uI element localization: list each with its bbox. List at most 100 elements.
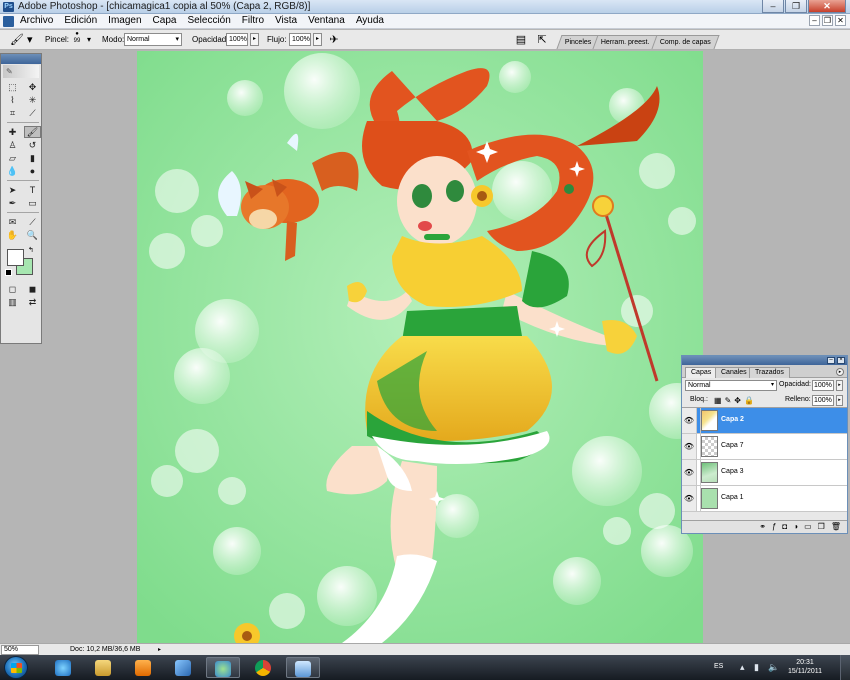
standard-mode-icon[interactable]: ◻ [4, 283, 21, 295]
lock-all-icon[interactable]: 🔒 [744, 396, 754, 405]
taskbar-app-4[interactable] [166, 657, 200, 678]
eye-icon[interactable]: 👁 [682, 434, 697, 459]
screen-mode-icon[interactable]: ▥ [4, 296, 21, 308]
quick-mask-icon[interactable]: ◼ [24, 283, 41, 295]
opacity-slider-button[interactable]: ▸ [250, 33, 259, 46]
pen-icon[interactable]: ✒ [4, 197, 21, 209]
flow-slider-button[interactable]: ▸ [313, 33, 322, 46]
layer-row-capa-7[interactable]: 👁 Capa 7 [682, 434, 847, 460]
panel-menu-button[interactable]: ▸ [836, 368, 844, 376]
path-select-icon[interactable]: ➤ [4, 184, 21, 196]
type-icon[interactable]: T [24, 184, 41, 196]
blur-icon[interactable]: 💧 [4, 165, 21, 177]
eye-icon[interactable]: 👁 [682, 486, 697, 511]
toolbox-header[interactable] [1, 54, 41, 64]
status-menu-arrow-icon[interactable]: ▸ [158, 646, 161, 653]
fill-input[interactable]: 100% [812, 395, 834, 406]
new-group-icon[interactable]: ▭ [804, 522, 812, 532]
eye-icon[interactable]: 👁 [682, 460, 697, 485]
zoom-input[interactable]: 50% [1, 645, 39, 655]
close-button[interactable]: ✕ [808, 0, 846, 13]
layer-row-capa-1[interactable]: 👁 Capa 1 [682, 486, 847, 512]
menu-ayuda[interactable]: Ayuda [355, 15, 385, 26]
zoom-icon[interactable]: 🔍 [24, 229, 41, 241]
palette-well-icon[interactable]: ⇱ [535, 33, 549, 47]
menu-edicion[interactable]: Edición [63, 15, 98, 26]
tab-herramientas-preestablecidas[interactable]: Herram. preest. [592, 35, 659, 49]
menu-seleccion[interactable]: Selección [186, 15, 231, 26]
layer-mask-icon[interactable]: ◘ [782, 522, 787, 532]
taskbar-ie[interactable] [46, 657, 80, 678]
lock-pixels-icon[interactable]: ✎ [725, 396, 732, 405]
start-button[interactable] [4, 656, 28, 679]
clock[interactable]: 20:31 15/11/2011 [788, 658, 822, 676]
menu-archivo[interactable]: Archivo [19, 15, 54, 26]
hand-icon[interactable]: ✋ [4, 229, 21, 241]
notes-icon[interactable]: ✉ [4, 216, 21, 228]
taskbar-chrome[interactable] [246, 657, 280, 678]
layer-opacity-input[interactable]: 100% [812, 380, 834, 391]
eye-icon[interactable]: 👁 [682, 408, 697, 433]
menu-ventana[interactable]: Ventana [307, 15, 346, 26]
airbrush-icon[interactable]: ✈ [327, 33, 341, 47]
layer-row-capa-3[interactable]: 👁 Capa 3 [682, 460, 847, 486]
taskbar-messenger[interactable] [206, 657, 240, 678]
imageready-icon[interactable]: ⇄ [24, 296, 41, 308]
history-brush-icon[interactable]: ↺ [24, 139, 41, 151]
link-layers-icon[interactable]: ⚭ [759, 522, 766, 532]
menu-capa[interactable]: Capa [152, 15, 178, 26]
dodge-icon[interactable]: ● [24, 165, 41, 177]
mode-select[interactable]: Normal ▾ [124, 33, 182, 46]
magic-wand-icon[interactable]: ✳ [24, 94, 41, 106]
panel-close-button[interactable]: × [837, 357, 845, 364]
eyedropper-icon[interactable]: ⟋ [24, 216, 41, 228]
minimize-button[interactable]: – [762, 0, 784, 13]
foreground-color-swatch[interactable] [7, 249, 24, 266]
doc-minimize-button[interactable]: – [809, 15, 820, 26]
swap-colors-icon[interactable]: ↰ [28, 246, 34, 254]
doc-close-button[interactable]: ✕ [835, 15, 846, 26]
maximize-button[interactable]: ❐ [785, 0, 807, 13]
adobe-online-button[interactable]: ✎ [3, 65, 39, 78]
brush-tool-icon[interactable]: 🖌 [24, 126, 41, 138]
marquee-icon[interactable]: ⬚ [4, 81, 21, 93]
lock-transparency-icon[interactable]: ▦ [714, 396, 722, 405]
adjustment-layer-icon[interactable]: ◑ [793, 522, 798, 532]
stamp-icon[interactable]: ♙ [4, 139, 21, 151]
shape-icon[interactable]: ▭ [24, 197, 41, 209]
show-desktop-button[interactable] [840, 655, 850, 680]
tool-preset-picker[interactable]: 🖌 ▾ [10, 33, 36, 47]
file-browser-icon[interactable]: ▤ [514, 33, 528, 47]
language-indicator[interactable]: ES [714, 663, 723, 670]
layers-panel-header[interactable]: – × [682, 356, 847, 365]
slice-icon[interactable]: ⟋ [24, 107, 41, 119]
taskbar-media-player[interactable] [126, 657, 160, 678]
move-icon[interactable]: ✥ [24, 81, 41, 93]
menu-imagen[interactable]: Imagen [107, 15, 142, 26]
opacity-input[interactable]: 100% [226, 33, 248, 46]
delete-layer-icon[interactable]: 🗑 [831, 522, 841, 532]
tab-composiciones-capas[interactable]: Comp. de capas [651, 35, 720, 49]
new-layer-icon[interactable]: ❐ [818, 522, 825, 532]
layer-row-capa-2[interactable]: 👁 Capa 2 [682, 408, 847, 434]
document-canvas[interactable] [137, 51, 703, 643]
taskbar-photoshop[interactable] [286, 657, 320, 678]
blend-mode-select[interactable]: Normal ▾ [685, 380, 777, 391]
brush-dropdown-arrow-icon[interactable]: ▾ [87, 35, 91, 44]
flow-input[interactable]: 100% [289, 33, 311, 46]
healing-icon[interactable]: ✚ [4, 126, 21, 138]
lock-position-icon[interactable]: ✥ [734, 396, 741, 405]
menu-filtro[interactable]: Filtro [241, 15, 265, 26]
tab-canales[interactable]: Canales [715, 367, 753, 378]
default-colors-icon[interactable] [5, 269, 12, 276]
tab-trazados[interactable]: Trazados [749, 367, 790, 378]
fill-slider-button[interactable]: ▸ [836, 395, 843, 406]
brush-size-preview[interactable]: ● 99 [70, 31, 84, 45]
layer-opacity-slider-button[interactable]: ▸ [836, 380, 843, 391]
taskbar-explorer[interactable] [86, 657, 120, 678]
gradient-icon[interactable]: ▮ [24, 152, 41, 164]
layer-style-icon[interactable]: ƒ [772, 522, 776, 532]
tab-capas[interactable]: Capas [685, 367, 718, 378]
lasso-icon[interactable]: ⌇ [4, 94, 21, 106]
menu-vista[interactable]: Vista [274, 15, 298, 26]
